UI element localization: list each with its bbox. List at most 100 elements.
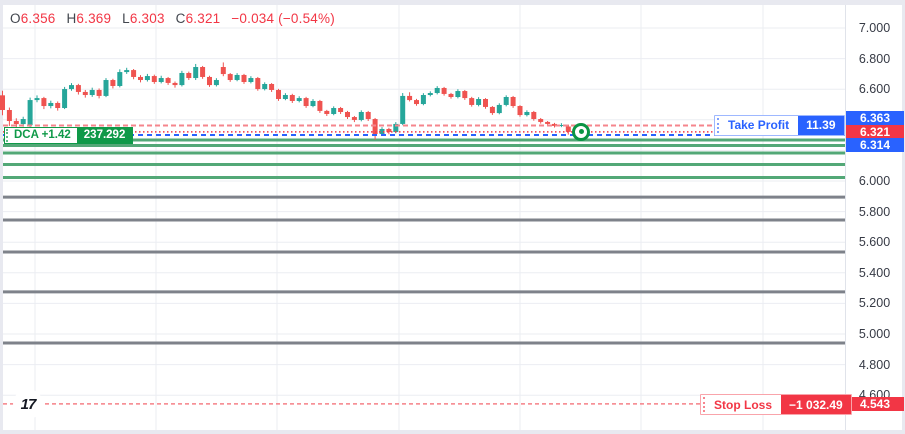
candle-body [75, 85, 81, 92]
tradingview-logo[interactable]: 17 [13, 389, 43, 419]
candle-body [207, 76, 212, 86]
legend-change: −0.034 (−0.54%) [231, 11, 335, 26]
candle-body [303, 98, 309, 107]
dca-label-value: 237.292 [76, 127, 133, 143]
candle-body [455, 91, 461, 98]
candle-body [27, 100, 33, 126]
candle-body [469, 98, 475, 105]
stop-loss-value: −1 032.49 [781, 395, 851, 415]
candle-body [331, 108, 337, 114]
candle-body [227, 74, 233, 81]
candle-body [365, 111, 371, 120]
candle-body [262, 83, 268, 90]
candle-body [248, 78, 254, 83]
candle-body [55, 102, 61, 109]
legend-high: H6.369 [66, 11, 112, 26]
candle-body [524, 111, 530, 116]
candle-body [420, 95, 426, 105]
candle-body [200, 67, 206, 77]
candle-body [503, 97, 509, 105]
candle-body [296, 98, 302, 101]
price-tick-label: 5.600 [858, 235, 891, 250]
order-fill-marker-icon[interactable] [572, 122, 590, 141]
legend-close: C6.321 [175, 11, 221, 26]
candle-body [62, 89, 68, 109]
candle-body [448, 93, 454, 98]
candle-body [193, 67, 199, 79]
candle-body [13, 121, 19, 125]
candle-body [138, 76, 143, 81]
candle-body [103, 80, 109, 96]
candle-body [241, 74, 247, 83]
candle-body [338, 108, 344, 112]
candle-body [124, 70, 130, 73]
stop-loss-label[interactable]: Stop Loss −1 032.49 [700, 394, 852, 416]
candle-body [517, 106, 523, 116]
candle-body [34, 98, 40, 101]
legend-open: O6.356 [10, 11, 56, 26]
price-tick-label: 5.800 [858, 204, 891, 219]
candle-body [496, 104, 502, 114]
candle-body [20, 119, 26, 125]
candle-body [41, 98, 47, 107]
candle-body [158, 78, 164, 83]
candle-body [351, 117, 357, 120]
candle-body [565, 126, 571, 132]
candlestick-plot[interactable] [0, 0, 905, 434]
candle-body [276, 89, 281, 99]
candle-body [234, 74, 240, 81]
candle-body [82, 91, 88, 96]
candle-body [269, 83, 275, 90]
stop-loss-price-badge: 4.543 [846, 396, 904, 411]
price-tick-label: 6.000 [858, 174, 891, 188]
candle-body [165, 78, 171, 83]
candle-body [407, 95, 413, 101]
take-profit-text: Take Profit [728, 118, 790, 133]
candle-body [324, 110, 330, 114]
dca-position-label[interactable]: DCA +1.42 237.292 [4, 126, 134, 144]
candle-body [414, 100, 419, 105]
last-price-badge: 6.321 [846, 124, 904, 139]
drag-handle-icon[interactable] [703, 397, 710, 413]
candle-body [117, 72, 123, 86]
candle-body [358, 111, 364, 120]
drag-handle-icon[interactable] [717, 117, 724, 133]
candle-body [220, 67, 226, 75]
candle-body [144, 76, 150, 81]
candle-body [476, 98, 482, 105]
candle-body [6, 110, 12, 122]
take-profit-price-badge: 6.363 [846, 110, 904, 125]
candle-body [289, 95, 295, 101]
candle-body [96, 89, 102, 96]
price-tick-label: 4.800 [858, 357, 891, 372]
dca-label-text: DCA +1.42 [14, 129, 71, 142]
candle-body [310, 100, 316, 107]
price-tick-label: 5.200 [858, 296, 891, 311]
candle-body [186, 72, 192, 79]
candle-body [434, 87, 440, 94]
candle-body [531, 111, 537, 120]
candle-body [0, 95, 5, 111]
candle-body [89, 89, 95, 96]
candle-body [489, 106, 495, 114]
candle-body [48, 102, 54, 107]
candle-body [400, 95, 406, 124]
candle-body [69, 85, 74, 90]
candle-body [213, 80, 219, 86]
candle-body [172, 82, 178, 86]
price-tick-label: 6.800 [858, 51, 891, 66]
ohlc-legend: O6.356 H6.369 L6.303 C6.321 −0.034 (−0.5… [10, 11, 342, 26]
price-tick-label: 5.000 [858, 327, 891, 341]
candle-body [441, 87, 447, 94]
candle-body [282, 95, 288, 99]
candle-body [427, 93, 433, 96]
candle-body [317, 100, 323, 111]
candle-body [510, 97, 516, 107]
candle-body [110, 80, 116, 86]
take-profit-label[interactable]: Take Profit 11.39 [714, 114, 845, 136]
stop-loss-text: Stop Loss [714, 397, 773, 412]
candle-body [151, 76, 157, 83]
price-tick-label: 6.600 [858, 82, 891, 97]
candle-body [255, 78, 261, 90]
candle-body [538, 119, 544, 122]
